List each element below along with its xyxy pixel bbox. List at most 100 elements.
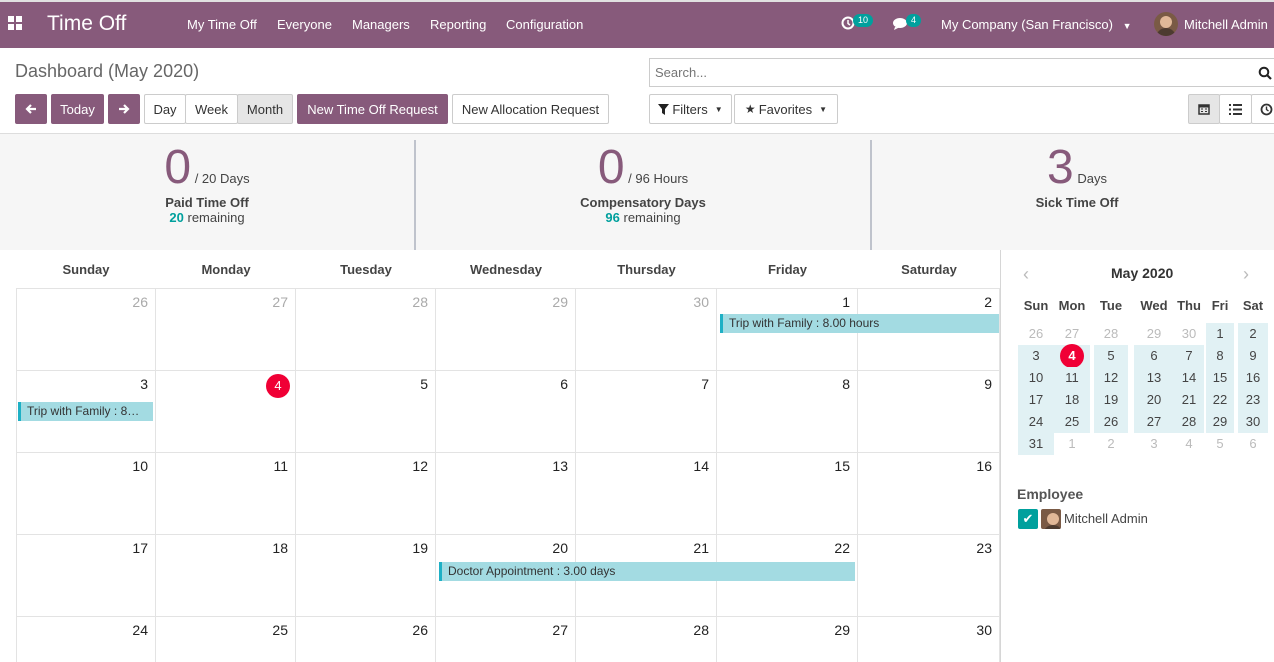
mini-calendar-day[interactable]: 6: [1134, 345, 1174, 367]
mini-calendar-day[interactable]: 17: [1018, 389, 1054, 411]
mini-calendar-day[interactable]: 11: [1054, 367, 1090, 389]
mini-calendar-day[interactable]: 1: [1054, 433, 1090, 455]
calendar-day-cell[interactable]: 10: [16, 453, 156, 535]
calendar-day-cell[interactable]: 12: [296, 453, 436, 535]
mini-calendar-day[interactable]: 1: [1206, 323, 1234, 345]
mini-calendar-day[interactable]: 20: [1134, 389, 1174, 411]
mini-calendar-day[interactable]: 25: [1054, 411, 1090, 433]
mini-calendar-day[interactable]: 9: [1238, 345, 1268, 367]
user-name[interactable]: Mitchell Admin: [1184, 17, 1268, 32]
mini-calendar-day[interactable]: 27: [1134, 411, 1174, 433]
mini-calendar-day[interactable]: 22: [1206, 389, 1234, 411]
next-button[interactable]: [108, 94, 140, 124]
menu-my-time-off[interactable]: My Time Off: [187, 17, 257, 32]
mini-calendar-day[interactable]: 23: [1238, 389, 1268, 411]
time-off-event[interactable]: Trip with Family : 8…: [18, 402, 153, 421]
calendar-day-cell[interactable]: 8: [717, 371, 858, 453]
mini-calendar-day[interactable]: 15: [1206, 367, 1234, 389]
mini-prev-icon[interactable]: ‹: [1023, 264, 1029, 285]
calendar-day-cell[interactable]: 6: [436, 371, 576, 453]
calendar-day-cell[interactable]: 11: [156, 453, 296, 535]
scale-week-button[interactable]: Week: [185, 94, 238, 124]
mini-calendar-day[interactable]: 31: [1018, 433, 1054, 455]
mini-calendar-day[interactable]: 24: [1018, 411, 1054, 433]
mini-calendar-day[interactable]: 12: [1094, 367, 1128, 389]
calendar-day-cell[interactable]: 16: [858, 453, 1000, 535]
menu-managers[interactable]: Managers: [352, 17, 410, 32]
calendar-day-cell[interactable]: 26: [296, 617, 436, 662]
calendar-day-cell[interactable]: 5: [296, 371, 436, 453]
menu-reporting[interactable]: Reporting: [430, 17, 486, 32]
mini-calendar-day[interactable]: 2: [1238, 323, 1268, 345]
scale-day-button[interactable]: Day: [144, 94, 186, 124]
view-list-button[interactable]: [1219, 94, 1252, 124]
search-icon[interactable]: [1258, 66, 1272, 80]
mini-calendar-day[interactable]: 4: [1054, 344, 1090, 368]
search-input[interactable]: [650, 59, 1240, 86]
mini-calendar-day[interactable]: 26: [1018, 323, 1054, 345]
time-off-event[interactable]: Trip with Family : 8.00 hours: [720, 314, 999, 333]
mini-calendar-day[interactable]: 18: [1054, 389, 1090, 411]
mini-calendar-day[interactable]: 29: [1206, 411, 1234, 433]
mini-calendar-day[interactable]: 28: [1174, 411, 1204, 433]
mini-calendar-day[interactable]: 5: [1206, 433, 1234, 455]
mini-calendar-day[interactable]: 5: [1094, 345, 1128, 367]
mini-calendar-day[interactable]: 30: [1174, 323, 1204, 345]
calendar-day-cell[interactable]: 23: [858, 535, 1000, 617]
menu-everyone[interactable]: Everyone: [277, 17, 332, 32]
activity-button[interactable]: 10: [841, 14, 874, 33]
calendar-day-cell[interactable]: 29: [436, 289, 576, 371]
calendar-day-cell[interactable]: 27: [436, 617, 576, 662]
time-off-event[interactable]: Doctor Appointment : 3.00 days: [439, 562, 855, 581]
today-button[interactable]: Today: [51, 94, 104, 124]
new-allocation-button[interactable]: New Allocation Request: [452, 94, 609, 124]
company-switcher[interactable]: My Company (San Francisco) ▼: [941, 17, 1132, 32]
mini-calendar-day[interactable]: 4: [1174, 433, 1204, 455]
checkbox-checked-icon[interactable]: ✔: [1018, 509, 1038, 529]
mini-calendar-day[interactable]: 29: [1134, 323, 1174, 345]
calendar-day-cell[interactable]: 28: [576, 617, 717, 662]
previous-button[interactable]: [15, 94, 47, 124]
employee-filter-name[interactable]: Mitchell Admin: [1064, 511, 1148, 526]
mini-calendar-day[interactable]: 6: [1238, 433, 1268, 455]
mini-calendar-day[interactable]: 7: [1174, 345, 1204, 367]
calendar-day-cell[interactable]: 24: [16, 617, 156, 662]
mini-calendar-day[interactable]: 14: [1174, 367, 1204, 389]
calendar-day-cell[interactable]: 30: [858, 617, 1000, 662]
mini-next-icon[interactable]: ›: [1243, 264, 1249, 285]
favorites-dropdown[interactable]: ★ Favorites ▼: [734, 94, 838, 124]
mini-calendar-day[interactable]: 16: [1238, 367, 1268, 389]
calendar-day-cell[interactable]: 17: [16, 535, 156, 617]
mini-calendar-day[interactable]: 13: [1134, 367, 1174, 389]
calendar-day-cell[interactable]: 13: [436, 453, 576, 535]
view-activity-button[interactable]: [1251, 94, 1274, 124]
mini-calendar-day[interactable]: 19: [1094, 389, 1128, 411]
user-avatar[interactable]: [1154, 12, 1178, 36]
calendar-day-cell[interactable]: 27: [156, 289, 296, 371]
mini-calendar-day[interactable]: 28: [1094, 323, 1128, 345]
mini-calendar-day[interactable]: 3: [1134, 433, 1174, 455]
mini-calendar-day[interactable]: 21: [1174, 389, 1204, 411]
calendar-day-cell[interactable]: 7: [576, 371, 717, 453]
mini-calendar-day[interactable]: 10: [1018, 367, 1054, 389]
calendar-day-cell[interactable]: 15: [717, 453, 858, 535]
view-calendar-button[interactable]: [1188, 94, 1220, 124]
mini-calendar-day[interactable]: 27: [1054, 323, 1090, 345]
calendar-day-cell[interactable]: 29: [717, 617, 858, 662]
calendar-day-cell[interactable]: 26: [16, 289, 156, 371]
scale-month-button[interactable]: Month: [237, 94, 293, 124]
calendar-day-cell[interactable]: 4: [156, 371, 296, 453]
new-time-off-button[interactable]: New Time Off Request: [297, 94, 448, 124]
mini-calendar-day[interactable]: 26: [1094, 411, 1128, 433]
mini-calendar-day[interactable]: 2: [1094, 433, 1128, 455]
mini-calendar-day[interactable]: 8: [1206, 345, 1234, 367]
messaging-button[interactable]: 4: [892, 14, 922, 34]
calendar-day-cell[interactable]: 9: [858, 371, 1000, 453]
menu-configuration[interactable]: Configuration: [506, 17, 583, 32]
calendar-day-cell[interactable]: 25: [156, 617, 296, 662]
mini-calendar-day[interactable]: 3: [1018, 345, 1054, 367]
calendar-day-cell[interactable]: 18: [156, 535, 296, 617]
calendar-day-cell[interactable]: 28: [296, 289, 436, 371]
calendar-day-cell[interactable]: 19: [296, 535, 436, 617]
filters-dropdown[interactable]: Filters ▼: [649, 94, 732, 124]
